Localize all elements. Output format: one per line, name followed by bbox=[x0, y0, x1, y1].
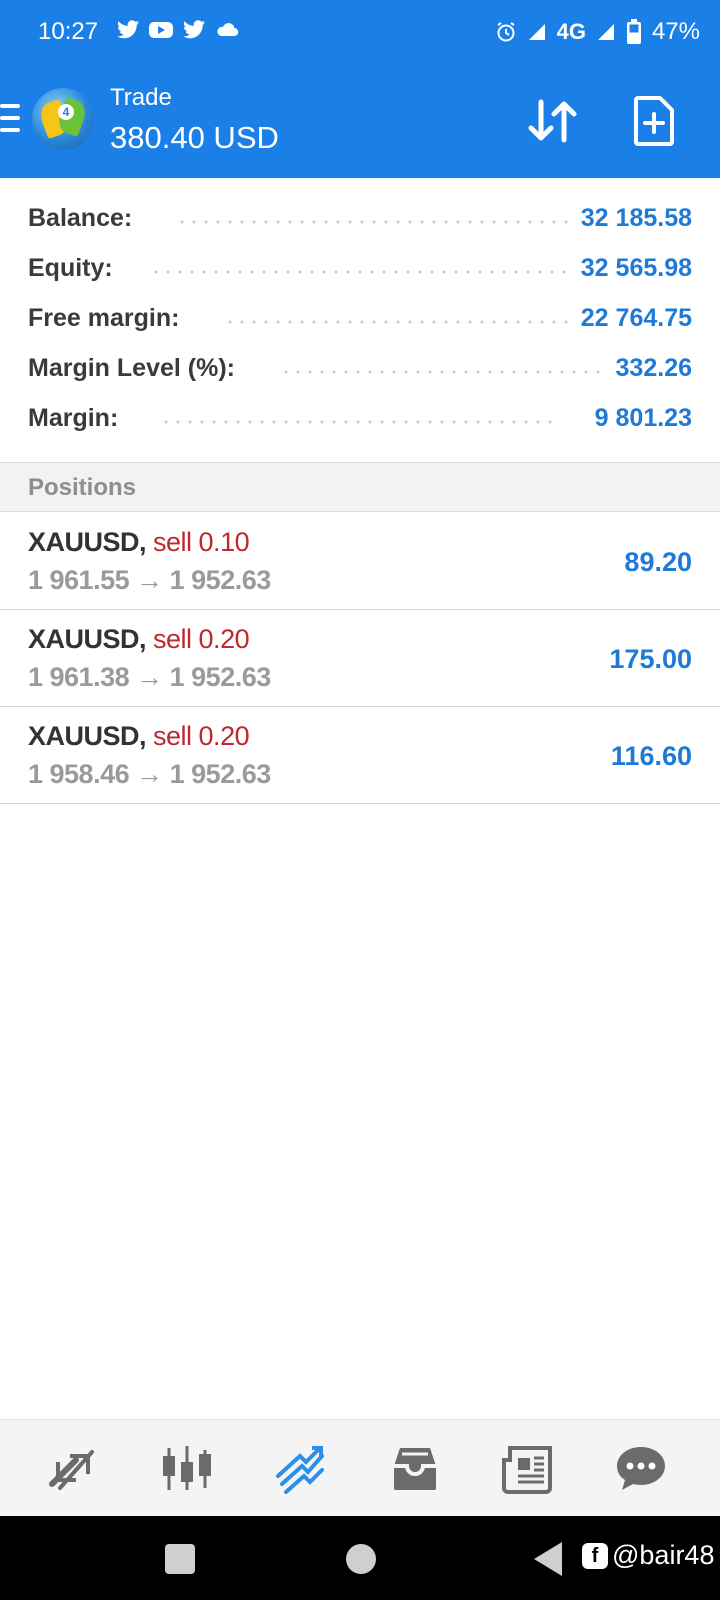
positions-title: Positions bbox=[28, 474, 137, 501]
dotted-leader bbox=[280, 370, 604, 374]
system-navigation-bar: f @bair48 bbox=[0, 1516, 720, 1600]
facebook-icon: f bbox=[582, 1542, 608, 1569]
free-margin-row: Free margin: 22 764.75 bbox=[28, 300, 692, 340]
trade-icon[interactable] bbox=[274, 1444, 328, 1494]
equity-label: Equity: bbox=[28, 254, 113, 282]
cloud-icon bbox=[214, 20, 240, 40]
position-symbol: XAUUSD, bbox=[28, 527, 147, 557]
status-bar: 10:27 4G 47% bbox=[0, 0, 720, 68]
chat-icon[interactable] bbox=[614, 1444, 668, 1494]
twitter-icon bbox=[116, 20, 140, 40]
app-bar: 4 Trade 380.40 USD bbox=[0, 68, 720, 178]
balance-value: 32 185.58 bbox=[580, 204, 692, 232]
current-price: 1 952.63 bbox=[169, 662, 272, 692]
position-profit: 175.00 bbox=[609, 644, 692, 674]
position-symbol-line: XAUUSD, sell 0.10 bbox=[28, 527, 250, 558]
position-side: sell 0.10 bbox=[153, 527, 250, 557]
network-label: 4G bbox=[556, 19, 586, 44]
alarm-icon bbox=[495, 21, 517, 43]
history-icon[interactable] bbox=[388, 1444, 442, 1494]
dotted-leader bbox=[150, 270, 570, 274]
app-logo: 4 bbox=[32, 88, 94, 150]
total-profit: 380.40 USD bbox=[110, 120, 279, 155]
position-prices: 1 961.55 → 1 952.63 bbox=[28, 565, 271, 596]
margin-level-value: 332.26 bbox=[615, 354, 692, 382]
signal-icon bbox=[527, 22, 547, 42]
margin-row: Margin: 9 801.23 bbox=[28, 400, 692, 440]
margin-value: 9 801.23 bbox=[594, 404, 692, 432]
status-time: 10:27 bbox=[38, 18, 99, 45]
arrow-right-icon: → bbox=[136, 662, 163, 692]
chart-icon[interactable] bbox=[160, 1444, 214, 1494]
position-symbol-line: XAUUSD, sell 0.20 bbox=[28, 624, 250, 655]
positions-section-header: Positions bbox=[0, 462, 720, 512]
position-row[interactable]: XAUUSD, sell 0.20 1 961.38 → 1 952.63 17… bbox=[0, 610, 720, 707]
position-prices: 1 961.38 → 1 952.63 bbox=[28, 662, 271, 693]
news-icon[interactable] bbox=[500, 1444, 554, 1494]
position-prices: 1 958.46 → 1 952.63 bbox=[28, 759, 271, 790]
position-profit: 89.20 bbox=[624, 547, 692, 577]
dotted-leader bbox=[176, 220, 576, 224]
bottom-navigation bbox=[0, 1419, 720, 1516]
recent-apps-button[interactable] bbox=[165, 1544, 195, 1574]
arrow-right-icon: → bbox=[136, 565, 163, 595]
margin-level-label: Margin Level (%): bbox=[28, 354, 235, 382]
dotted-leader bbox=[160, 420, 560, 424]
position-symbol: XAUUSD, bbox=[28, 721, 147, 751]
current-price: 1 952.63 bbox=[169, 565, 272, 595]
signal-icon bbox=[596, 22, 616, 42]
open-price: 1 961.55 bbox=[28, 565, 130, 595]
position-symbol-line: XAUUSD, sell 0.20 bbox=[28, 721, 250, 752]
margin-label: Margin: bbox=[28, 404, 119, 432]
new-order-icon[interactable] bbox=[634, 96, 674, 146]
position-row[interactable]: XAUUSD, sell 0.20 1 958.46 → 1 952.63 11… bbox=[0, 707, 720, 804]
home-button[interactable] bbox=[346, 1544, 376, 1574]
position-row[interactable]: XAUUSD, sell 0.10 1 961.55 → 1 952.63 89… bbox=[0, 513, 720, 610]
battery-level: 47% bbox=[651, 18, 700, 45]
equity-row: Equity: 32 565.98 bbox=[28, 250, 692, 290]
watermark-text: @bair48 bbox=[612, 1540, 715, 1570]
margin-level-row: Margin Level (%): 332.26 bbox=[28, 350, 692, 390]
position-side: sell 0.20 bbox=[153, 721, 250, 751]
watermark: f @bair48 bbox=[582, 1540, 714, 1571]
twitter-icon bbox=[182, 20, 206, 40]
current-price: 1 952.63 bbox=[169, 759, 272, 789]
balance-row: Balance: 32 185.58 bbox=[28, 200, 692, 240]
quotes-icon[interactable] bbox=[46, 1444, 100, 1494]
arrow-right-icon: → bbox=[136, 759, 163, 789]
open-price: 1 958.46 bbox=[28, 759, 130, 789]
free-margin-label: Free margin: bbox=[28, 304, 180, 332]
free-margin-value: 22 764.75 bbox=[580, 304, 692, 332]
system-status-icons: 4G 47% bbox=[495, 18, 700, 46]
back-button[interactable] bbox=[534, 1542, 562, 1576]
balance-label: Balance: bbox=[28, 204, 133, 232]
sort-icon[interactable] bbox=[528, 98, 578, 144]
notification-icons bbox=[116, 20, 240, 40]
battery-icon bbox=[626, 19, 642, 45]
menu-icon[interactable] bbox=[0, 104, 22, 134]
open-price: 1 961.38 bbox=[28, 662, 130, 692]
equity-value: 32 565.98 bbox=[580, 254, 692, 282]
position-symbol: XAUUSD, bbox=[28, 624, 147, 654]
position-profit: 116.60 bbox=[610, 741, 692, 771]
dotted-leader bbox=[224, 320, 568, 324]
screen-title: Trade bbox=[110, 84, 172, 111]
position-side: sell 0.20 bbox=[153, 624, 250, 654]
youtube-icon bbox=[148, 20, 174, 40]
